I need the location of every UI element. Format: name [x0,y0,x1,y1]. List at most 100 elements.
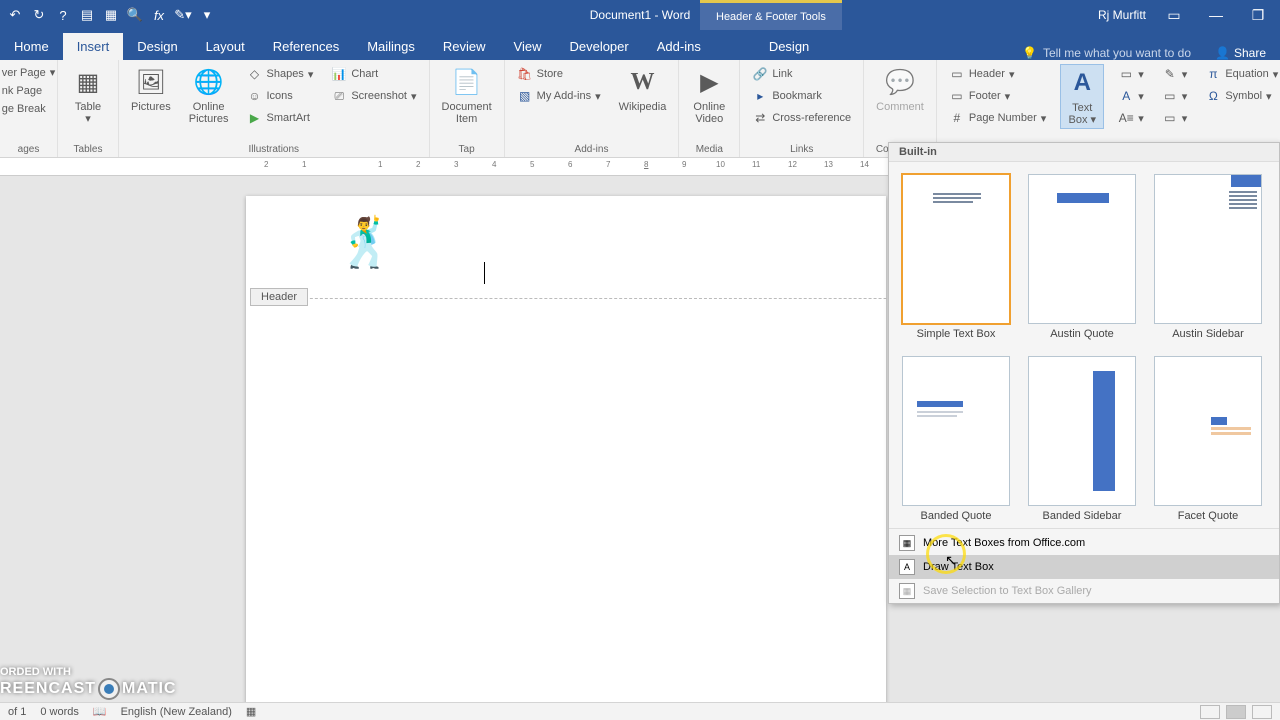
more-text-boxes-cmd[interactable]: ▦ More Text Boxes from Office.com [889,531,1279,555]
equation-button[interactable]: πEquation ▾ [1201,64,1280,84]
language-status[interactable]: English (New Zealand) [121,706,232,718]
page-status[interactable]: of 1 [8,706,26,718]
smartart-button[interactable]: ▶SmartArt [243,108,318,128]
screenshot-button[interactable]: ⎚Screenshot ▾ [327,86,420,106]
web-layout-button[interactable] [1252,705,1272,719]
document-item-button[interactable]: 📄Document Item [438,64,496,127]
cover-page-button[interactable]: ver Page ▾ [0,64,59,81]
header-content[interactable]: 🕺 [336,214,396,271]
online-video-button[interactable]: ▶Online Video [687,64,731,127]
share-icon: 👤 [1215,46,1230,60]
gallery-item-banded-sidebar[interactable]: Banded Sidebar [1027,356,1137,522]
tell-me-search[interactable]: 💡 Tell me what you want to do [1012,46,1201,60]
print-layout-button[interactable] [1226,705,1246,719]
table-icon: ▦ [72,66,104,98]
group-links: Links [790,142,813,155]
tab-mailings[interactable]: Mailings [353,33,429,60]
my-addins-button[interactable]: ▧My Add-ins ▾ [513,86,605,106]
redo-icon[interactable]: ↻ [30,6,48,24]
text-box-button[interactable]: AText Box ▾ [1060,64,1104,129]
page-number-button[interactable]: #Page Number ▾ [945,108,1050,128]
gallery-item-austin-quote[interactable]: Austin Quote [1027,174,1137,340]
document-item-icon: 📄 [451,66,483,98]
group-pages: ages [18,142,40,155]
dancer-clipart[interactable]: 🕺 [336,217,396,270]
bulb-icon: 💡 [1022,46,1037,60]
link-button[interactable]: 🔗Link [748,64,855,84]
icons-button[interactable]: ☺Icons [243,86,318,106]
share-button[interactable]: 👤 Share [1201,46,1280,60]
qat-icon-1[interactable]: ▤ [78,6,96,24]
tab-review[interactable]: Review [429,33,500,60]
bookmark-button[interactable]: ▸Bookmark [748,86,855,106]
group-tables: Tables [74,142,103,155]
group-addins: Add-ins [575,142,609,155]
chart-icon: 📊 [331,66,347,82]
symbol-button[interactable]: ΩSymbol ▾ [1201,86,1280,106]
contextual-tab-label: Header & Footer Tools [700,0,842,30]
chart-button[interactable]: 📊Chart [327,64,420,84]
user-name[interactable]: Rj Murfitt [1098,8,1146,22]
pictures-icon: 🖼 [135,66,167,98]
object-button[interactable]: ▭▾ [1158,86,1192,106]
comment-button[interactable]: 💬Comment [872,64,928,115]
table-button[interactable]: ▦ Table▾ [66,64,110,127]
wikipedia-button[interactable]: WWikipedia [615,64,671,115]
shapes-button[interactable]: ◇Shapes ▾ [243,64,318,84]
macro-icon[interactable]: ▦ [246,705,256,718]
drop-cap-button[interactable]: ▭▾ [1114,64,1148,84]
qat-more-icon[interactable]: ▾ [198,6,216,24]
tab-developer[interactable]: Developer [555,33,642,60]
crossref-icon: ⇄ [752,110,768,126]
zoom-icon[interactable]: 🔍 [126,6,144,24]
qat-icon-2[interactable]: ▦ [102,6,120,24]
proofing-icon[interactable]: 📖 [93,705,107,718]
blank-page-button[interactable]: nk Page [0,83,59,99]
save-selection-cmd: ▦ Save Selection to Text Box Gallery [889,579,1279,603]
draw-textbox-icon: A [899,559,915,575]
group-tap: Tap [459,142,475,155]
tab-home[interactable]: Home [0,33,63,60]
pictures-button[interactable]: 🖼Pictures [127,64,175,115]
tab-view[interactable]: View [500,33,556,60]
ribbon-options-icon[interactable]: ▭ [1160,5,1188,25]
draw-text-box-cmd[interactable]: A Draw Text Box [889,555,1279,579]
tab-headerfooter-design[interactable]: Design [755,33,823,60]
symbol-icon: Ω [1205,88,1221,104]
tab-insert[interactable]: Insert [63,33,124,60]
signature-button[interactable]: A≡▾ [1114,108,1148,128]
office-icon: ▦ [899,535,915,551]
text-from-file-button[interactable]: ▭▾ [1158,108,1192,128]
page[interactable]: 🕺 Header [246,196,886,702]
gallery-item-austin-sidebar[interactable]: Austin Sidebar [1153,174,1263,340]
help-icon[interactable]: ? [54,6,72,24]
footer-button[interactable]: ▭Footer ▾ [945,86,1050,106]
undo-icon[interactable]: ↶ [6,6,24,24]
page-break-button[interactable]: ge Break [0,101,59,117]
pagenum-icon: # [949,110,965,126]
word-count[interactable]: 0 words [40,706,79,718]
online-pictures-button[interactable]: 🌐Online Pictures [185,64,233,127]
tab-addins[interactable]: Add-ins [643,33,715,60]
store-button[interactable]: 🛍Store [513,64,605,84]
gallery-item-facet-quote[interactable]: Facet Quote [1153,356,1263,522]
header-icon: ▭ [949,66,965,82]
read-mode-button[interactable] [1200,705,1220,719]
header-button[interactable]: ▭Header ▾ [945,64,1050,84]
cross-reference-button[interactable]: ⇄Cross-reference [748,108,855,128]
wordart-button[interactable]: A▾ [1114,86,1148,106]
tab-design[interactable]: Design [123,33,191,60]
date-time-button[interactable]: ✎▾ [1158,64,1192,84]
bookmark-icon: ▸ [752,88,768,104]
text-box-gallery: Built-in Simple Text Box Austin Quote Au… [888,142,1280,604]
group-media: Media [696,142,723,155]
fx-icon[interactable]: fx [150,6,168,24]
qat-icon-3[interactable]: ✎▾ [174,6,192,24]
gallery-item-banded-quote[interactable]: Banded Quote [901,356,1011,522]
gallery-item-simple[interactable]: Simple Text Box [901,174,1011,340]
minimize-icon[interactable]: — [1202,5,1230,25]
gallery-section-header: Built-in [889,143,1279,162]
tab-layout[interactable]: Layout [192,33,259,60]
restore-icon[interactable]: ❐ [1244,5,1272,25]
tab-references[interactable]: References [259,33,353,60]
